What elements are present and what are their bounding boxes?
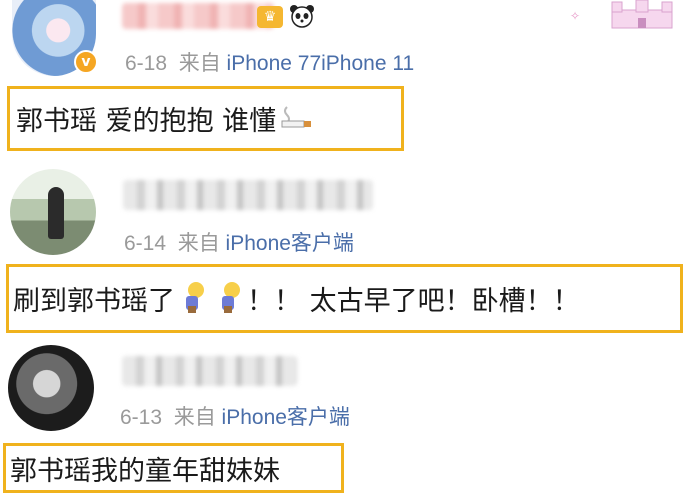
- cigarette-icon: [279, 103, 313, 135]
- comment-date: 6-13: [120, 406, 163, 429]
- castle-decoration-icon: ✧: [568, 0, 680, 30]
- comment-date: 6-14: [124, 232, 167, 255]
- source-link[interactable]: iPhone客户端: [222, 406, 350, 429]
- member-badge-icon: ♛: [257, 6, 283, 28]
- thinking-emoji-icon: [178, 280, 208, 318]
- source-link[interactable]: iPhone客户端: [226, 232, 354, 255]
- panda-icon: [287, 3, 317, 29]
- source-link[interactable]: iPhone 77iPhone 11: [227, 52, 415, 75]
- comment-date: 6-18: [125, 52, 168, 75]
- comment-text-highlight: 郭书瑶我的童年甜妹妹: [3, 443, 344, 493]
- comment-text-highlight: 刷到郭书瑶了 ！！ 太古早了吧！卧槽！！: [6, 264, 683, 333]
- comment-meta: 6-18 来自 iPhone 77iPhone 11: [125, 47, 414, 77]
- svg-text:✧: ✧: [570, 9, 580, 23]
- avatar[interactable]: [10, 169, 96, 255]
- username-blurred[interactable]: [123, 180, 373, 210]
- from-label: 来自: [173, 406, 216, 429]
- verified-badge-icon: v: [74, 50, 98, 74]
- comment-text-continued: ！！ 太古早了吧！卧槽！！: [247, 286, 580, 317]
- thinking-emoji-icon: [214, 280, 244, 318]
- comment-text-highlight: 郭书瑶 爱的抱抱 谁懂: [7, 86, 404, 151]
- comment-meta: 6-13 来自 iPhone客户端: [120, 401, 350, 431]
- comment-text: 刷到郭书瑶了: [13, 286, 175, 317]
- username-blurred[interactable]: [122, 3, 274, 29]
- username-blurred[interactable]: [122, 356, 297, 386]
- from-label: 来自: [177, 232, 220, 255]
- comment-meta: 6-14 来自 iPhone客户端: [124, 227, 354, 257]
- avatar[interactable]: [8, 345, 94, 431]
- from-label: 来自: [178, 52, 221, 75]
- comment-text: 郭书瑶我的童年甜妹妹: [10, 455, 280, 487]
- comment-text: 郭书瑶 爱的抱抱 谁懂: [16, 106, 277, 137]
